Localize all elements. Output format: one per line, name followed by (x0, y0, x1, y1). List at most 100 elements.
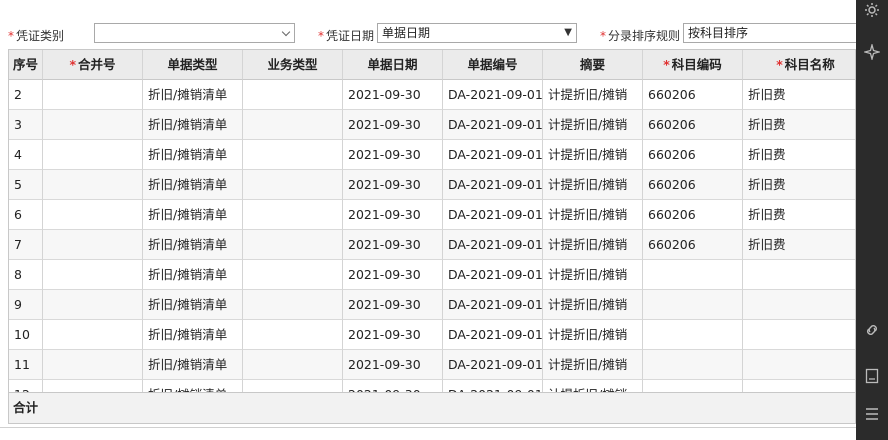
cell-merge-no[interactable] (43, 110, 143, 140)
cell-doc-type[interactable]: 折旧/摊销清单 (143, 230, 243, 260)
cell-seq[interactable]: 4 (9, 140, 43, 170)
cell-merge-no[interactable] (43, 170, 143, 200)
cell-account-code[interactable]: 660206 (643, 80, 743, 110)
cell-account-name[interactable]: 折旧费 (743, 200, 855, 230)
cell-account-name[interactable] (743, 380, 855, 392)
cell-summary[interactable]: 计提折旧/摊销 (543, 350, 643, 380)
col-header-doc-date[interactable]: 单据日期 (343, 50, 443, 80)
cell-biz-type[interactable] (243, 380, 343, 392)
sparkle-icon[interactable] (864, 44, 880, 60)
sort-rule-select[interactable]: 按科目排序 (683, 23, 863, 43)
cell-biz-type[interactable] (243, 320, 343, 350)
cell-seq[interactable]: 8 (9, 260, 43, 290)
cell-merge-no[interactable] (43, 80, 143, 110)
cell-doc-date[interactable]: 2021-09-30 (343, 320, 443, 350)
cell-biz-type[interactable] (243, 260, 343, 290)
col-header-seq[interactable]: 序号 (9, 50, 43, 80)
cell-seq[interactable]: 11 (9, 350, 43, 380)
cell-seq[interactable]: 5 (9, 170, 43, 200)
cell-merge-no[interactable] (43, 140, 143, 170)
cell-summary[interactable]: 计提折旧/摊销 (543, 170, 643, 200)
cell-seq[interactable]: 7 (9, 230, 43, 260)
cell-account-code[interactable]: 660206 (643, 170, 743, 200)
cell-account-code[interactable]: 660206 (643, 110, 743, 140)
cell-doc-type[interactable]: 折旧/摊销清单 (143, 290, 243, 320)
cell-account-code[interactable]: 660206 (643, 200, 743, 230)
cell-summary[interactable]: 计提折旧/摊销 (543, 320, 643, 350)
cell-merge-no[interactable] (43, 350, 143, 380)
cell-biz-type[interactable] (243, 230, 343, 260)
cell-biz-type[interactable] (243, 290, 343, 320)
cell-account-name[interactable]: 折旧费 (743, 80, 855, 110)
document-icon[interactable] (864, 368, 880, 384)
cell-summary[interactable]: 计提折旧/摊销 (543, 230, 643, 260)
cell-doc-no[interactable]: DA-2021-09-01 (443, 320, 543, 350)
cell-doc-type[interactable]: 折旧/摊销清单 (143, 200, 243, 230)
cell-seq[interactable]: 10 (9, 320, 43, 350)
cell-doc-date[interactable]: 2021-09-30 (343, 290, 443, 320)
gear-icon[interactable] (864, 2, 880, 18)
cell-doc-date[interactable]: 2021-09-30 (343, 350, 443, 380)
cell-doc-type[interactable]: 折旧/摊销清单 (143, 170, 243, 200)
cell-doc-type[interactable]: 折旧/摊销清单 (143, 140, 243, 170)
table-row[interactable]: 11 折旧/摊销清单 2021-09-30 DA-2021-09-01 计提折旧/摊销 (9, 350, 855, 380)
cell-account-code[interactable] (643, 350, 743, 380)
cell-biz-type[interactable] (243, 170, 343, 200)
cell-doc-date[interactable]: 2021-09-30 (343, 200, 443, 230)
cell-merge-no[interactable] (43, 260, 143, 290)
col-header-merge-no[interactable]: * 合并号 (43, 50, 143, 80)
cell-account-name[interactable]: 折旧费 (743, 230, 855, 260)
cell-seq[interactable]: 12 (9, 380, 43, 392)
cell-summary[interactable]: 计提折旧/摊销 (543, 80, 643, 110)
cell-doc-date[interactable]: 2021-09-30 (343, 80, 443, 110)
cell-seq[interactable]: 2 (9, 80, 43, 110)
cell-account-name[interactable] (743, 350, 855, 380)
table-row[interactable]: 2 折旧/摊销清单 2021-09-30 DA-2021-09-01 计提折旧/摊销 66… (9, 80, 855, 110)
col-header-doc-type[interactable]: 单据类型 (143, 50, 243, 80)
cell-account-name[interactable] (743, 290, 855, 320)
cell-summary[interactable]: 计提折旧/摊销 (543, 290, 643, 320)
cell-summary[interactable]: 计提折旧/摊销 (543, 260, 643, 290)
cell-doc-type[interactable]: 折旧/摊销清单 (143, 320, 243, 350)
cell-seq[interactable]: 6 (9, 200, 43, 230)
cell-seq[interactable]: 9 (9, 290, 43, 320)
cell-biz-type[interactable] (243, 200, 343, 230)
table-row[interactable]: 4 折旧/摊销清单 2021-09-30 DA-2021-09-01 计提折旧/摊销 66… (9, 140, 855, 170)
cell-account-name[interactable]: 折旧费 (743, 170, 855, 200)
cell-account-name[interactable]: 折旧费 (743, 140, 855, 170)
cell-doc-no[interactable]: DA-2021-09-01 (443, 80, 543, 110)
col-header-account-code[interactable]: * 科目编码 (643, 50, 743, 80)
cell-summary[interactable]: 计提折旧/摊销 (543, 140, 643, 170)
cell-account-name[interactable] (743, 260, 855, 290)
cell-account-code[interactable] (643, 290, 743, 320)
cell-summary[interactable]: 计提折旧/摊销 (543, 380, 643, 392)
cell-doc-date[interactable]: 2021-09-30 (343, 110, 443, 140)
cell-account-code[interactable] (643, 380, 743, 392)
cell-doc-no[interactable]: DA-2021-09-01 (443, 200, 543, 230)
table-row[interactable]: 8 折旧/摊销清单 2021-09-30 DA-2021-09-01 计提折旧/摊销 (9, 260, 855, 290)
table-row[interactable]: 6 折旧/摊销清单 2021-09-30 DA-2021-09-01 计提折旧/摊销 66… (9, 200, 855, 230)
cell-account-code[interactable] (643, 320, 743, 350)
col-header-doc-no[interactable]: 单据编号 (443, 50, 543, 80)
voucher-date-select[interactable]: 单据日期 ▼ (377, 23, 577, 43)
link-icon[interactable] (864, 322, 880, 338)
cell-merge-no[interactable] (43, 200, 143, 230)
cell-account-code[interactable] (643, 260, 743, 290)
cell-doc-type[interactable]: 折旧/摊销清单 (143, 380, 243, 392)
cell-doc-no[interactable]: DA-2021-09-01 (443, 110, 543, 140)
cell-summary[interactable]: 计提折旧/摊销 (543, 110, 643, 140)
cell-doc-no[interactable]: DA-2021-09-01 (443, 140, 543, 170)
cell-biz-type[interactable] (243, 80, 343, 110)
col-header-account-name[interactable]: * 科目名称 (743, 50, 855, 80)
col-header-summary[interactable]: 摘要 (543, 50, 643, 80)
cell-doc-no[interactable]: DA-2021-09-01 (443, 350, 543, 380)
cell-account-code[interactable]: 660206 (643, 140, 743, 170)
cell-doc-type[interactable]: 折旧/摊销清单 (143, 80, 243, 110)
cell-merge-no[interactable] (43, 230, 143, 260)
cell-merge-no[interactable] (43, 320, 143, 350)
cell-summary[interactable]: 计提折旧/摊销 (543, 200, 643, 230)
cell-doc-type[interactable]: 折旧/摊销清单 (143, 110, 243, 140)
cell-doc-no[interactable]: DA-2021-09-01 (443, 260, 543, 290)
table-row[interactable]: 5 折旧/摊销清单 2021-09-30 DA-2021-09-01 计提折旧/摊销 66… (9, 170, 855, 200)
cell-doc-no[interactable]: DA-2021-09-01 (443, 290, 543, 320)
